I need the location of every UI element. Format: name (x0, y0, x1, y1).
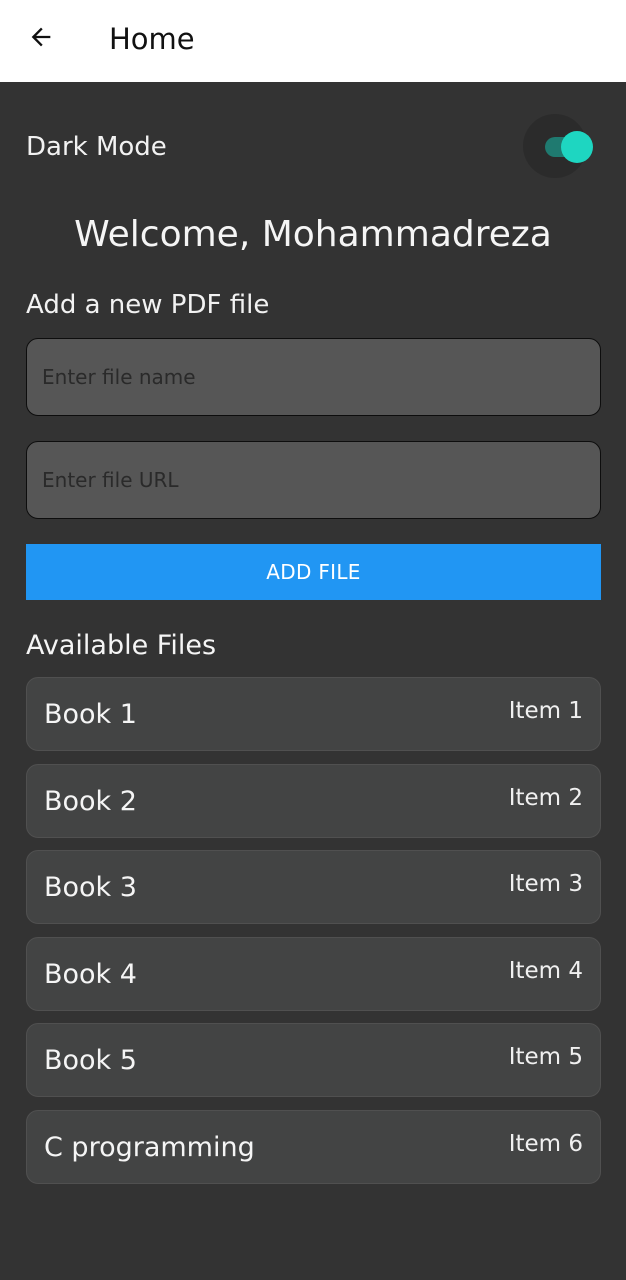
file-tag: Item 2 (508, 785, 583, 811)
list-item[interactable]: Book 1 Item 1 (26, 677, 601, 751)
dark-mode-label: Dark Mode (26, 132, 167, 162)
app-bar: Home (0, 0, 626, 82)
welcome-message: Welcome, Mohammadreza (74, 214, 552, 255)
dark-mode-toggle[interactable] (545, 131, 595, 163)
list-item[interactable]: C programming Item 6 (26, 1110, 601, 1184)
file-name: Book 1 (44, 699, 137, 730)
file-name: Book 4 (44, 959, 137, 990)
main-content: Dark Mode Welcome, Mohammadreza Add a ne… (0, 82, 626, 1280)
available-files-heading: Available Files (26, 630, 217, 661)
file-url-input[interactable] (27, 442, 600, 518)
toggle-thumb (561, 131, 593, 163)
page-title: Home (109, 22, 195, 56)
file-tag: Item 5 (508, 1044, 583, 1070)
file-tag: Item 1 (508, 698, 583, 724)
list-item[interactable]: Book 2 Item 2 (26, 764, 601, 838)
file-name-input[interactable] (27, 339, 600, 415)
file-name: Book 3 (44, 872, 137, 903)
add-file-label: Add a new PDF file (26, 290, 270, 320)
file-tag: Item 6 (508, 1131, 583, 1157)
file-name: C programming (44, 1132, 255, 1163)
back-button[interactable] (20, 16, 62, 58)
list-item[interactable]: Book 3 Item 3 (26, 850, 601, 924)
list-item[interactable]: Book 5 Item 5 (26, 1023, 601, 1097)
file-tag: Item 4 (508, 958, 583, 984)
add-file-button[interactable]: ADD FILE (26, 544, 601, 600)
file-name-field (26, 338, 601, 416)
file-tag: Item 3 (508, 871, 583, 897)
file-url-field (26, 441, 601, 519)
file-name: Book 5 (44, 1045, 137, 1076)
list-item[interactable]: Book 4 Item 4 (26, 937, 601, 1011)
file-name: Book 2 (44, 786, 137, 817)
arrow-left-icon (31, 27, 51, 47)
